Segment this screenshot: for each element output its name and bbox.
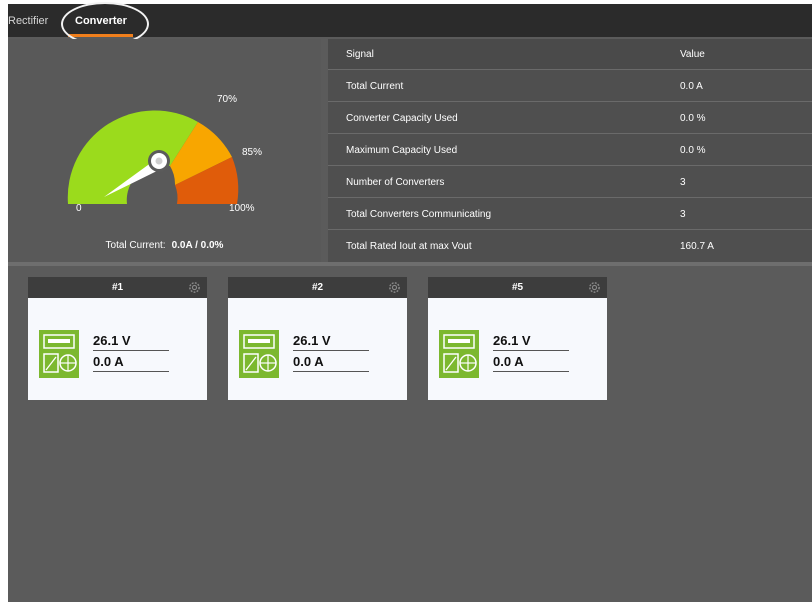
signal-name: Total Current: [346, 81, 404, 92]
table-row: Converter Capacity Used 0.0 %: [328, 103, 812, 134]
signal-name: Maximum Capacity Used: [346, 145, 458, 156]
converter-card-2[interactable]: #2 26.1 V 0.0 A: [228, 277, 407, 400]
section-divider: [8, 262, 812, 266]
converter-current: 0.0 A: [293, 354, 369, 372]
converter-icon: [439, 330, 479, 378]
converter-card-1[interactable]: #1 26.1 V 0.0 A: [28, 277, 207, 400]
gear-icon[interactable]: [188, 281, 201, 294]
converter-id: #5: [511, 282, 524, 293]
converter-icon: [39, 330, 79, 378]
signal-name: Total Rated Iout at max Vout: [346, 241, 472, 252]
table-row: Total Current 0.0 A: [328, 71, 812, 102]
converter-voltage: 26.1 V: [293, 333, 369, 351]
converter-id: #2: [311, 282, 324, 293]
table-header: Signal Value: [328, 39, 812, 70]
signal-name: Converter Capacity Used: [346, 113, 458, 124]
signal-table: Signal Value Total Current 0.0 A Convert…: [328, 39, 812, 262]
converter-icon: [239, 330, 279, 378]
gear-icon[interactable]: [588, 281, 601, 294]
converter-current: 0.0 A: [493, 354, 569, 372]
converter-card-header: #1: [28, 277, 207, 298]
signal-value: 3: [680, 177, 686, 188]
table-row: Total Converters Communicating 3: [328, 199, 812, 230]
converter-voltage: 26.1 V: [493, 333, 569, 351]
converter-voltage: 26.1 V: [93, 333, 169, 351]
signal-name: Total Converters Communicating: [346, 209, 492, 220]
converter-card-header: #5: [428, 277, 607, 298]
table-row: Maximum Capacity Used 0.0 %: [328, 135, 812, 166]
converter-current: 0.0 A: [93, 354, 169, 372]
total-current-label: Total Current:: [105, 240, 166, 251]
signal-value: 3: [680, 209, 686, 220]
gauge-label-100: 100%: [229, 203, 255, 214]
converter-card-header: #2: [228, 277, 407, 298]
total-current-value: 0.0A / 0.0%: [171, 240, 224, 251]
gauge-label-70: 70%: [217, 94, 238, 105]
gauge-label-0: 0: [76, 203, 82, 214]
table-row: Number of Converters 3: [328, 167, 812, 198]
gauge-panel: 70% 85% 0 100% Total Current: 0.0A / 0.0%: [8, 39, 321, 262]
table-row: Total Rated Iout at max Vout 160.7 A: [328, 231, 812, 262]
converter-id: #1: [111, 282, 124, 293]
gear-icon[interactable]: [388, 281, 401, 294]
value-column-header: Value: [680, 49, 705, 60]
converter-page: Rectifier Converter 70% 85% 0 100% Total…: [8, 2, 812, 602]
tab-rectifier[interactable]: Rectifier: [8, 4, 48, 37]
converter-card-5[interactable]: #5 26.1 V 0.0 A: [428, 277, 607, 400]
signal-value: 0.0 %: [680, 145, 706, 156]
signal-value: 160.7 A: [680, 241, 714, 252]
gauge-label-85: 85%: [242, 147, 263, 158]
signal-value: 0.0 %: [680, 113, 706, 124]
capacity-gauge: [67, 110, 239, 204]
tab-bar: Rectifier Converter: [8, 2, 812, 46]
signal-column-header: Signal: [346, 49, 374, 60]
signal-value: 0.0 A: [680, 81, 703, 92]
signal-name: Number of Converters: [346, 177, 445, 188]
total-current-summary: Total Current: 0.0A / 0.0%: [8, 240, 321, 251]
